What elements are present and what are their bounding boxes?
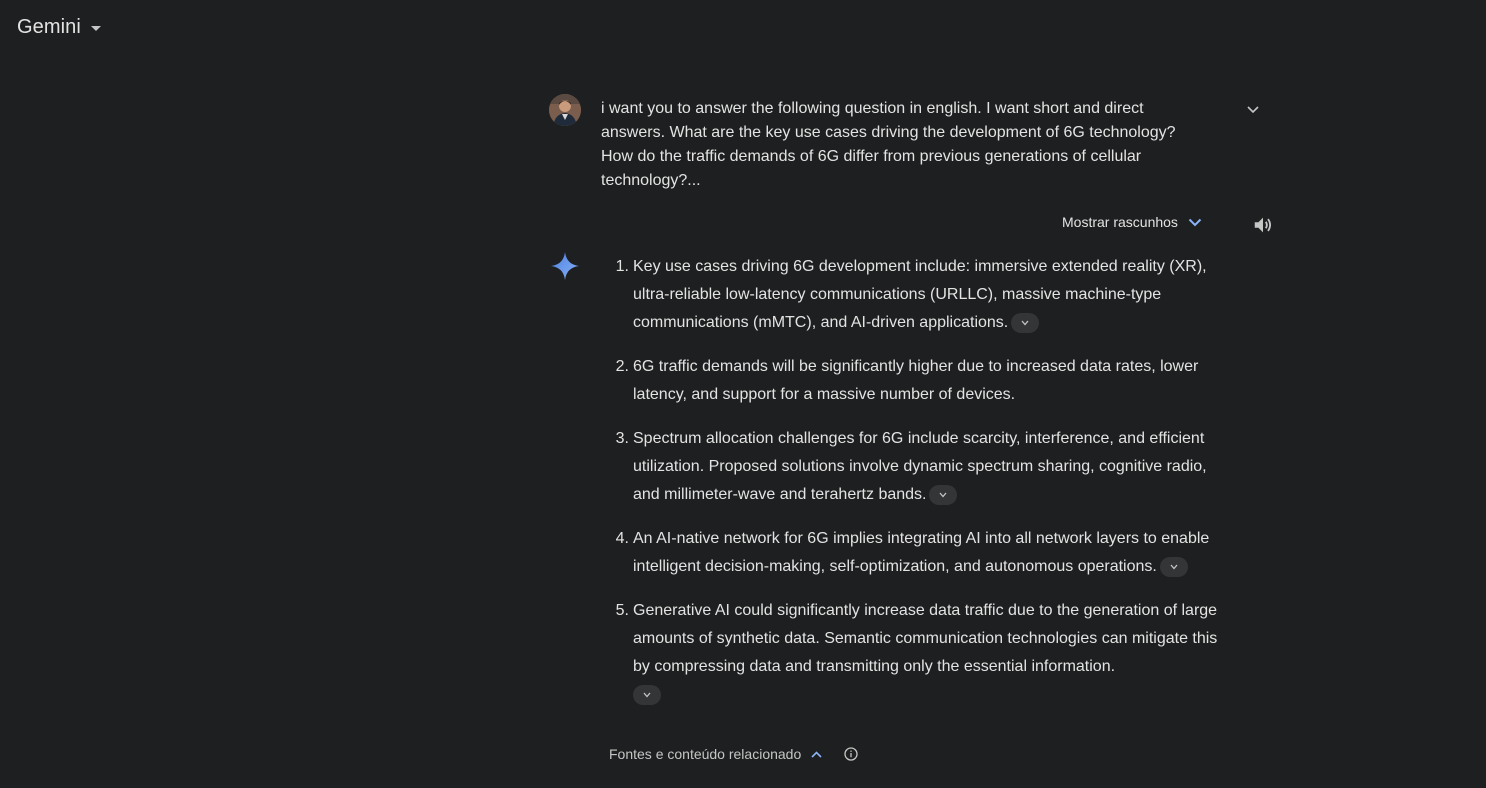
avatar[interactable] — [549, 94, 581, 126]
chevron-down-icon — [1247, 106, 1259, 114]
dropdown-caret-icon — [90, 26, 101, 31]
sources-button[interactable]: Fontes e conteúdo relacionado — [609, 746, 801, 762]
model-switcher[interactable]: Gemini — [17, 16, 101, 39]
item-text-body: Key use cases driving 6G development inc… — [633, 258, 1207, 331]
response-list: 1. Key use cases driving 6G development … — [604, 253, 1234, 725]
item-text-body: Spectrum allocation challenges for 6G in… — [633, 430, 1207, 503]
item-number: 2. — [615, 358, 629, 375]
item-text-body: 6G traffic demands will be significantly… — [633, 358, 1199, 403]
drafts-label: Mostrar rascunhos — [1062, 214, 1178, 230]
item-text: Generative AI could significantly increa… — [629, 597, 1234, 709]
item-number: 3. — [615, 430, 629, 447]
citation-expand-button[interactable] — [1011, 312, 1040, 333]
list-item: 3. Spectrum allocation challenges for 6G… — [604, 425, 1234, 509]
item-text: An AI-native network for 6G implies inte… — [629, 525, 1234, 581]
gemini-sparkle-icon — [549, 250, 581, 282]
sources-row: Fontes e conteúdo relacionado — [609, 746, 858, 762]
item-text-body: Generative AI could significantly increa… — [633, 602, 1218, 675]
chevron-down-icon — [1188, 218, 1202, 227]
list-item: 5. Generative AI could significantly inc… — [604, 597, 1234, 709]
item-text-body: An AI-native network for 6G implies inte… — [633, 530, 1210, 575]
expand-prompt-button[interactable] — [1243, 100, 1263, 120]
chevron-down-icon — [1021, 320, 1029, 326]
chevron-down-icon — [643, 692, 651, 698]
speaker-icon — [1254, 217, 1272, 233]
item-text: Spectrum allocation challenges for 6G in… — [629, 425, 1234, 509]
app-title: Gemini — [17, 16, 81, 38]
citation-expand-button[interactable] — [1159, 556, 1188, 577]
citation-expand-button[interactable] — [633, 684, 661, 705]
item-number: 1. — [615, 258, 629, 275]
show-drafts-button[interactable]: Mostrar rascunhos — [1062, 214, 1202, 230]
chevron-down-icon — [939, 492, 947, 498]
chevron-up-icon[interactable] — [811, 750, 822, 758]
citation-expand-button[interactable] — [929, 484, 958, 505]
chevron-down-icon — [1170, 564, 1178, 570]
item-text: Key use cases driving 6G development inc… — [629, 253, 1234, 337]
list-item: 2. 6G traffic demands will be significan… — [604, 353, 1234, 409]
list-item: 4. An AI-native network for 6G implies i… — [604, 525, 1234, 581]
item-text: 6G traffic demands will be significantly… — [629, 353, 1234, 409]
listen-button[interactable] — [1252, 214, 1274, 236]
list-item: 1. Key use cases driving 6G development … — [604, 253, 1234, 337]
prompt-text: i want you to answer the following quest… — [601, 100, 1176, 189]
item-number: 5. — [615, 602, 629, 619]
info-icon[interactable] — [844, 747, 858, 761]
item-number: 4. — [615, 530, 629, 547]
